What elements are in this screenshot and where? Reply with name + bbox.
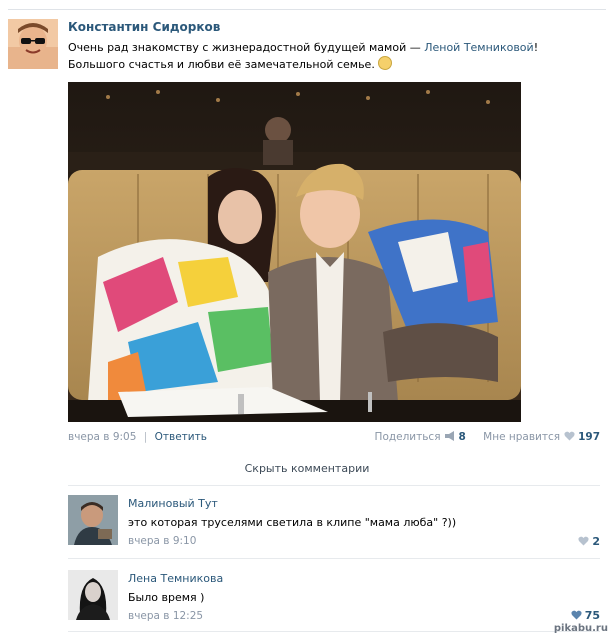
like-label: Мне нравится [483, 431, 561, 443]
like-count: 197 [578, 431, 600, 443]
hide-comments-link[interactable]: Скрыть комментарии [0, 462, 614, 475]
heart-icon [564, 431, 575, 441]
watermark: pikabu.ru [553, 623, 608, 634]
post-meta-left: вчера в 9:05 | Ответить [68, 431, 207, 443]
post-meta-right: Поделиться 8 Мне нравится 197 [367, 431, 600, 443]
comments-divider [68, 485, 600, 486]
smile-emoji-icon [377, 56, 392, 70]
heart-icon [571, 610, 582, 620]
comment-avatar[interactable] [68, 495, 118, 545]
post-text-before: Очень рад знакомству с жизнерадостной бу… [68, 41, 425, 54]
heart-icon [578, 536, 589, 546]
post-mention-link[interactable]: Леной Темниковой [424, 41, 533, 54]
comment-date[interactable]: вчера в 12:25 [128, 610, 203, 622]
comment-like-button[interactable]: 75 [571, 609, 600, 622]
comment-author[interactable]: Малиновый Тут [128, 497, 218, 510]
post-text: Очень рад знакомству с жизнерадостной бу… [68, 39, 588, 73]
meta-separator: | [143, 431, 148, 443]
megaphone-icon [444, 431, 454, 441]
comment-date[interactable]: вчера в 9:10 [128, 535, 196, 547]
comment-text: это которая труселями светила в клипе "м… [128, 516, 457, 529]
post-date[interactable]: вчера в 9:05 [68, 431, 136, 443]
post-author-name[interactable]: Константин Сидорков [68, 20, 220, 34]
comments-divider [68, 558, 600, 559]
reply-link[interactable]: Ответить [155, 431, 207, 443]
comment-like-count: 2 [592, 535, 600, 548]
post-photo[interactable] [68, 82, 521, 422]
top-divider [8, 9, 606, 10]
comment-author[interactable]: Лена Темникова [128, 572, 223, 585]
comment-text: Было время ) [128, 591, 205, 604]
like-button[interactable]: Мне нравится 197 [479, 431, 600, 443]
comments-divider [68, 631, 600, 632]
share-button[interactable]: Поделиться 8 [371, 431, 466, 443]
post-author-avatar[interactable] [8, 19, 58, 69]
comment-like-count: 75 [584, 609, 600, 622]
share-label: Поделиться [374, 431, 441, 443]
share-count: 8 [458, 431, 466, 443]
comment-like-button[interactable]: 2 [578, 535, 600, 548]
comment-avatar[interactable] [68, 570, 118, 620]
